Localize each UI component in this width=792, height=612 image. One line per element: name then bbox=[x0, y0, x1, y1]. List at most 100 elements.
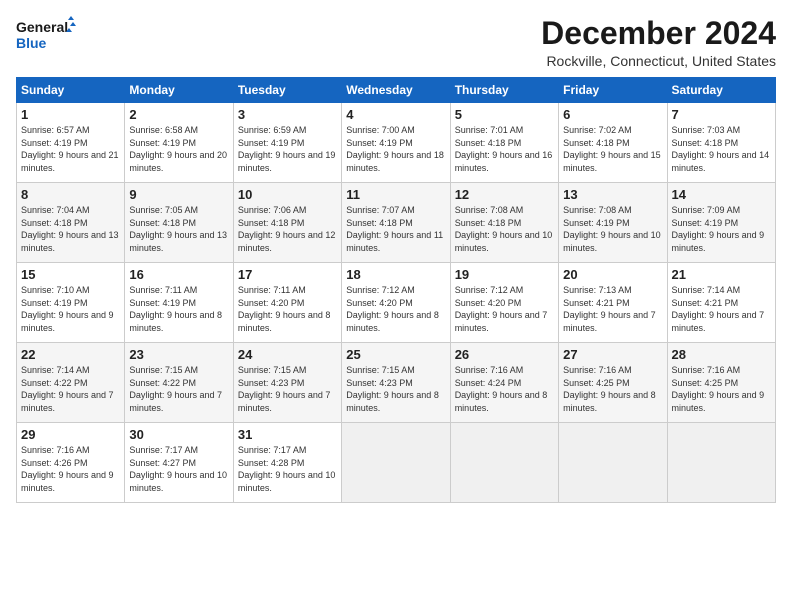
day-number: 27 bbox=[563, 347, 662, 362]
col-header-thursday: Thursday bbox=[450, 78, 558, 103]
day-number: 30 bbox=[129, 427, 228, 442]
day-number: 10 bbox=[238, 187, 337, 202]
calendar-subtitle: Rockville, Connecticut, United States bbox=[541, 53, 776, 69]
day-number: 14 bbox=[672, 187, 771, 202]
calendar-cell bbox=[342, 423, 450, 503]
day-info: Sunrise: 7:00 AMSunset: 4:19 PMDaylight:… bbox=[346, 124, 445, 174]
day-number: 9 bbox=[129, 187, 228, 202]
week-row-4: 22 Sunrise: 7:14 AMSunset: 4:22 PMDaylig… bbox=[17, 343, 776, 423]
day-number: 23 bbox=[129, 347, 228, 362]
calendar-cell: 18 Sunrise: 7:12 AMSunset: 4:20 PMDaylig… bbox=[342, 263, 450, 343]
calendar-cell bbox=[450, 423, 558, 503]
day-number: 28 bbox=[672, 347, 771, 362]
calendar-cell: 9 Sunrise: 7:05 AMSunset: 4:18 PMDayligh… bbox=[125, 183, 233, 263]
calendar-cell: 1 Sunrise: 6:57 AMSunset: 4:19 PMDayligh… bbox=[17, 103, 125, 183]
day-info: Sunrise: 7:12 AMSunset: 4:20 PMDaylight:… bbox=[455, 284, 554, 334]
calendar-cell: 3 Sunrise: 6:59 AMSunset: 4:19 PMDayligh… bbox=[233, 103, 341, 183]
day-number: 12 bbox=[455, 187, 554, 202]
calendar-table: SundayMondayTuesdayWednesdayThursdayFrid… bbox=[16, 77, 776, 503]
day-info: Sunrise: 7:14 AMSunset: 4:22 PMDaylight:… bbox=[21, 364, 120, 414]
calendar-cell: 27 Sunrise: 7:16 AMSunset: 4:25 PMDaylig… bbox=[559, 343, 667, 423]
col-header-tuesday: Tuesday bbox=[233, 78, 341, 103]
day-info: Sunrise: 6:59 AMSunset: 4:19 PMDaylight:… bbox=[238, 124, 337, 174]
day-info: Sunrise: 6:58 AMSunset: 4:19 PMDaylight:… bbox=[129, 124, 228, 174]
day-number: 29 bbox=[21, 427, 120, 442]
calendar-cell: 30 Sunrise: 7:17 AMSunset: 4:27 PMDaylig… bbox=[125, 423, 233, 503]
calendar-cell: 8 Sunrise: 7:04 AMSunset: 4:18 PMDayligh… bbox=[17, 183, 125, 263]
calendar-cell: 16 Sunrise: 7:11 AMSunset: 4:19 PMDaylig… bbox=[125, 263, 233, 343]
calendar-cell: 11 Sunrise: 7:07 AMSunset: 4:18 PMDaylig… bbox=[342, 183, 450, 263]
day-info: Sunrise: 6:57 AMSunset: 4:19 PMDaylight:… bbox=[21, 124, 120, 174]
calendar-cell bbox=[667, 423, 775, 503]
day-number: 21 bbox=[672, 267, 771, 282]
calendar-cell: 13 Sunrise: 7:08 AMSunset: 4:19 PMDaylig… bbox=[559, 183, 667, 263]
day-number: 4 bbox=[346, 107, 445, 122]
day-info: Sunrise: 7:15 AMSunset: 4:23 PMDaylight:… bbox=[238, 364, 337, 414]
day-info: Sunrise: 7:08 AMSunset: 4:18 PMDaylight:… bbox=[455, 204, 554, 254]
svg-text:Blue: Blue bbox=[16, 35, 47, 51]
day-number: 6 bbox=[563, 107, 662, 122]
day-number: 8 bbox=[21, 187, 120, 202]
week-row-1: 1 Sunrise: 6:57 AMSunset: 4:19 PMDayligh… bbox=[17, 103, 776, 183]
logo-svg: General Blue bbox=[16, 16, 76, 54]
day-number: 17 bbox=[238, 267, 337, 282]
calendar-cell: 19 Sunrise: 7:12 AMSunset: 4:20 PMDaylig… bbox=[450, 263, 558, 343]
calendar-cell: 10 Sunrise: 7:06 AMSunset: 4:18 PMDaylig… bbox=[233, 183, 341, 263]
col-header-wednesday: Wednesday bbox=[342, 78, 450, 103]
calendar-cell: 7 Sunrise: 7:03 AMSunset: 4:18 PMDayligh… bbox=[667, 103, 775, 183]
calendar-cell: 14 Sunrise: 7:09 AMSunset: 4:19 PMDaylig… bbox=[667, 183, 775, 263]
day-number: 2 bbox=[129, 107, 228, 122]
day-number: 22 bbox=[21, 347, 120, 362]
calendar-cell bbox=[559, 423, 667, 503]
week-row-3: 15 Sunrise: 7:10 AMSunset: 4:19 PMDaylig… bbox=[17, 263, 776, 343]
calendar-cell: 6 Sunrise: 7:02 AMSunset: 4:18 PMDayligh… bbox=[559, 103, 667, 183]
day-number: 15 bbox=[21, 267, 120, 282]
day-info: Sunrise: 7:01 AMSunset: 4:18 PMDaylight:… bbox=[455, 124, 554, 174]
calendar-cell: 2 Sunrise: 6:58 AMSunset: 4:19 PMDayligh… bbox=[125, 103, 233, 183]
day-number: 18 bbox=[346, 267, 445, 282]
days-header-row: SundayMondayTuesdayWednesdayThursdayFrid… bbox=[17, 78, 776, 103]
logo: General Blue bbox=[16, 16, 76, 54]
day-info: Sunrise: 7:10 AMSunset: 4:19 PMDaylight:… bbox=[21, 284, 120, 334]
week-row-2: 8 Sunrise: 7:04 AMSunset: 4:18 PMDayligh… bbox=[17, 183, 776, 263]
day-info: Sunrise: 7:15 AMSunset: 4:22 PMDaylight:… bbox=[129, 364, 228, 414]
calendar-cell: 23 Sunrise: 7:15 AMSunset: 4:22 PMDaylig… bbox=[125, 343, 233, 423]
calendar-cell: 28 Sunrise: 7:16 AMSunset: 4:25 PMDaylig… bbox=[667, 343, 775, 423]
day-number: 5 bbox=[455, 107, 554, 122]
day-number: 7 bbox=[672, 107, 771, 122]
col-header-friday: Friday bbox=[559, 78, 667, 103]
day-info: Sunrise: 7:16 AMSunset: 4:26 PMDaylight:… bbox=[21, 444, 120, 494]
day-number: 31 bbox=[238, 427, 337, 442]
calendar-cell: 17 Sunrise: 7:11 AMSunset: 4:20 PMDaylig… bbox=[233, 263, 341, 343]
calendar-cell: 26 Sunrise: 7:16 AMSunset: 4:24 PMDaylig… bbox=[450, 343, 558, 423]
day-number: 24 bbox=[238, 347, 337, 362]
svg-text:General: General bbox=[16, 19, 68, 35]
day-info: Sunrise: 7:09 AMSunset: 4:19 PMDaylight:… bbox=[672, 204, 771, 254]
day-number: 11 bbox=[346, 187, 445, 202]
day-info: Sunrise: 7:17 AMSunset: 4:27 PMDaylight:… bbox=[129, 444, 228, 494]
calendar-cell: 15 Sunrise: 7:10 AMSunset: 4:19 PMDaylig… bbox=[17, 263, 125, 343]
calendar-cell: 12 Sunrise: 7:08 AMSunset: 4:18 PMDaylig… bbox=[450, 183, 558, 263]
calendar-cell: 25 Sunrise: 7:15 AMSunset: 4:23 PMDaylig… bbox=[342, 343, 450, 423]
day-info: Sunrise: 7:03 AMSunset: 4:18 PMDaylight:… bbox=[672, 124, 771, 174]
week-row-5: 29 Sunrise: 7:16 AMSunset: 4:26 PMDaylig… bbox=[17, 423, 776, 503]
day-info: Sunrise: 7:16 AMSunset: 4:25 PMDaylight:… bbox=[672, 364, 771, 414]
calendar-cell: 29 Sunrise: 7:16 AMSunset: 4:26 PMDaylig… bbox=[17, 423, 125, 503]
title-block: December 2024 Rockville, Connecticut, Un… bbox=[541, 16, 776, 69]
day-info: Sunrise: 7:16 AMSunset: 4:24 PMDaylight:… bbox=[455, 364, 554, 414]
day-number: 26 bbox=[455, 347, 554, 362]
day-number: 25 bbox=[346, 347, 445, 362]
day-number: 1 bbox=[21, 107, 120, 122]
day-info: Sunrise: 7:15 AMSunset: 4:23 PMDaylight:… bbox=[346, 364, 445, 414]
day-info: Sunrise: 7:11 AMSunset: 4:19 PMDaylight:… bbox=[129, 284, 228, 334]
day-number: 13 bbox=[563, 187, 662, 202]
day-info: Sunrise: 7:14 AMSunset: 4:21 PMDaylight:… bbox=[672, 284, 771, 334]
day-info: Sunrise: 7:06 AMSunset: 4:18 PMDaylight:… bbox=[238, 204, 337, 254]
calendar-cell: 24 Sunrise: 7:15 AMSunset: 4:23 PMDaylig… bbox=[233, 343, 341, 423]
day-info: Sunrise: 7:08 AMSunset: 4:19 PMDaylight:… bbox=[563, 204, 662, 254]
day-number: 19 bbox=[455, 267, 554, 282]
day-info: Sunrise: 7:12 AMSunset: 4:20 PMDaylight:… bbox=[346, 284, 445, 334]
day-info: Sunrise: 7:04 AMSunset: 4:18 PMDaylight:… bbox=[21, 204, 120, 254]
day-number: 20 bbox=[563, 267, 662, 282]
day-info: Sunrise: 7:05 AMSunset: 4:18 PMDaylight:… bbox=[129, 204, 228, 254]
